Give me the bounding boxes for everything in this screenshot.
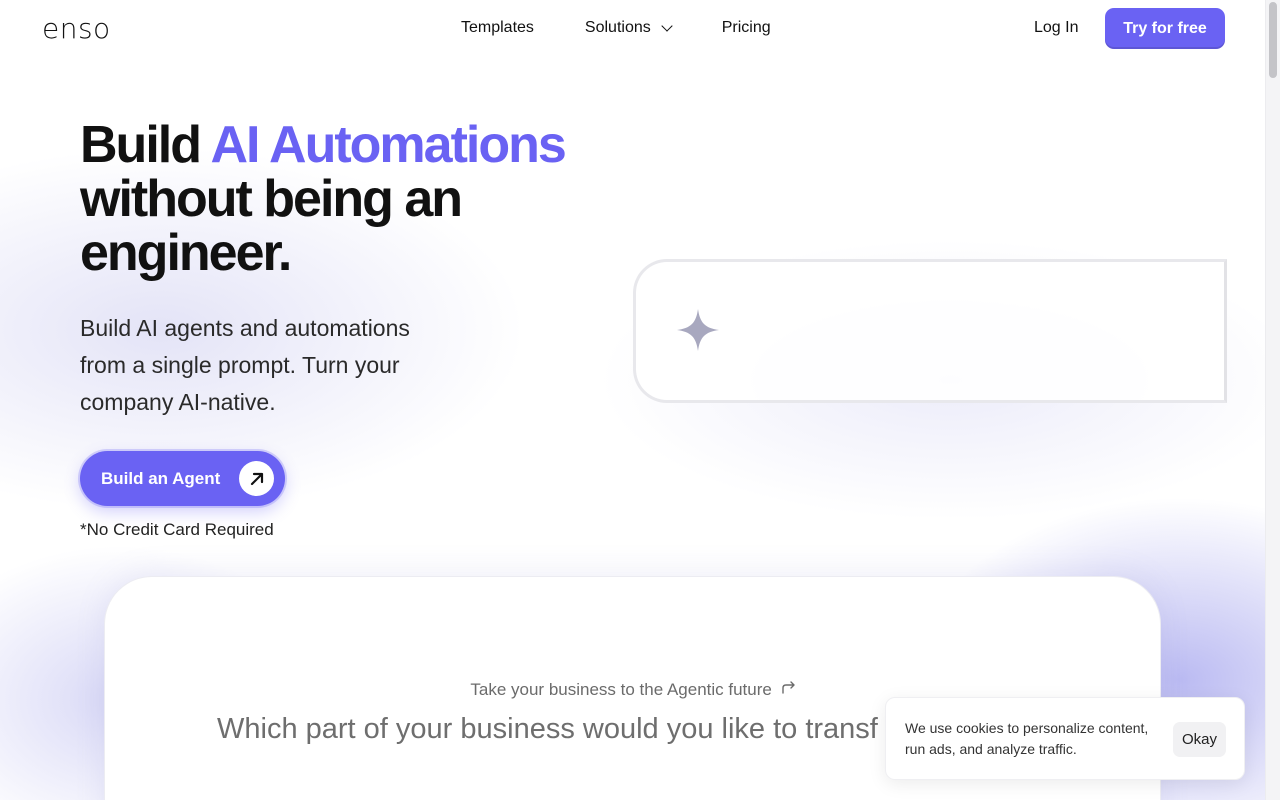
hero-title: Build AI Automations without being an en… [80,116,567,282]
no-credit-card-note: *No Credit Card Required [80,520,274,539]
nav-link-solutions-label: Solutions [584,19,651,36]
hero-subtitle: Build AI agents and automations from a s… [80,315,410,415]
nav-link-solutions[interactable]: Solutions [584,19,673,37]
chevron-down-icon [661,20,673,32]
sparkle-icon [676,308,720,357]
arrow-up-right-icon [239,461,274,496]
page-scrollbar[interactable] [1265,0,1280,800]
nav-link-pricing[interactable]: Pricing [722,19,771,37]
hero-title-line2: without being an [80,170,463,228]
build-an-agent-button[interactable]: Build an Agent [80,451,285,506]
enso-logo[interactable]: enso [42,12,111,45]
prompt-input-box[interactable] [633,259,1227,403]
try-for-free-button[interactable]: Try for free [1105,8,1225,49]
cookie-text: We use cookies to personalize content, r… [905,720,1149,757]
card-kicker-text: Take your business to the Agentic future [470,680,772,699]
hero-title-accent: AI Automations [210,116,567,174]
card-question: Which part of your business would you li… [217,713,878,745]
top-navigation: enso Templates Solutions Pricing Log In … [0,0,1265,58]
hero-title-part1: Build [80,116,211,174]
scrollbar-thumb[interactable] [1269,2,1277,78]
nav-links: Templates Solutions Pricing [461,19,822,37]
forward-arrow-icon [777,680,797,699]
nav-link-templates[interactable]: Templates [461,19,534,37]
cookie-okay-button[interactable]: Okay [1173,722,1226,757]
cookie-banner: We use cookies to personalize content, r… [885,697,1245,780]
login-link[interactable]: Log In [1034,19,1078,37]
build-an-agent-label: Build an Agent [101,468,221,488]
hero-title-line3: engineer. [80,224,292,282]
